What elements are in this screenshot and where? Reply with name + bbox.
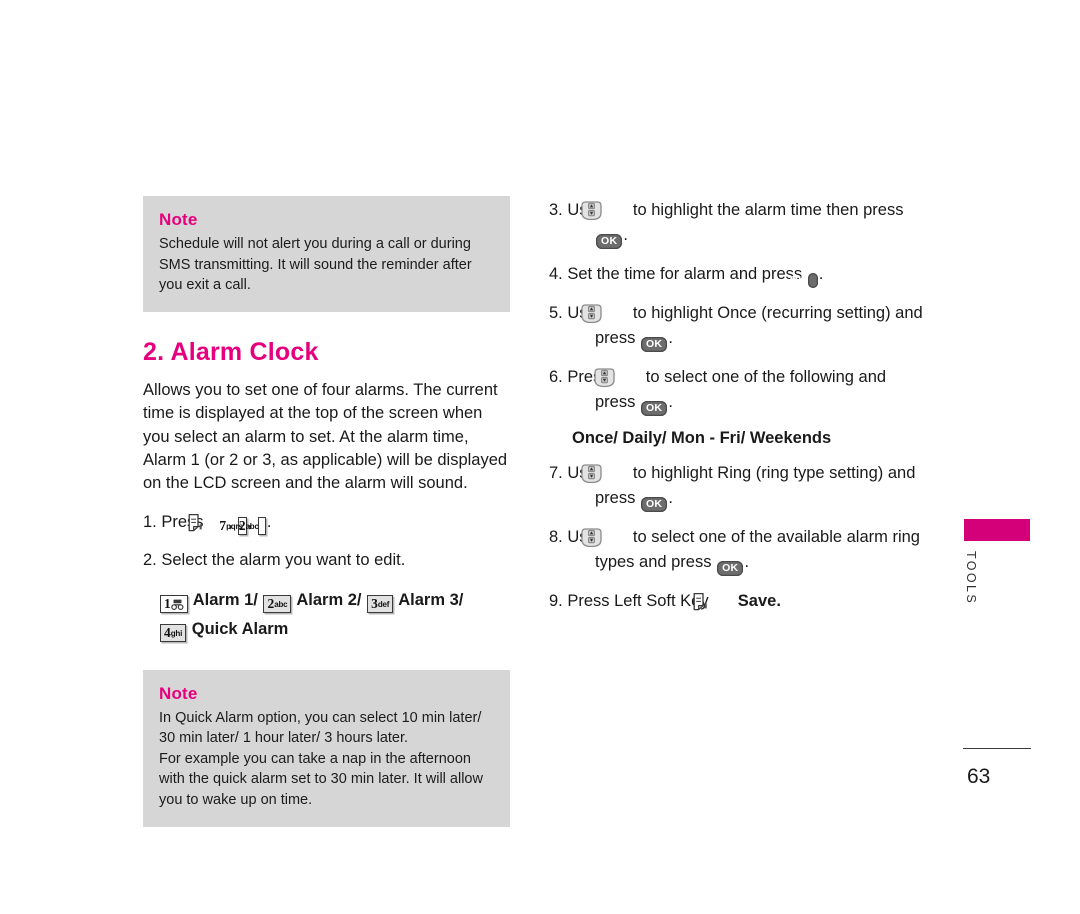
step-3-continuation: OK. [572, 226, 628, 250]
step-4: 4. Set the time for alarm and press OK. [549, 262, 961, 289]
step-9-number: 9. [549, 592, 563, 611]
step-1-period: . [266, 512, 272, 531]
step-5-part-3: press [595, 329, 636, 348]
navigation-key-icon-8 [581, 527, 626, 549]
keypad-key-4-alarm: 4ghi [160, 623, 187, 642]
edge-tab-label: TOOLS [964, 551, 978, 606]
step-7-continuation: press OK. [572, 489, 673, 513]
step-2: 2. Select the alarm you want to edit. [143, 548, 510, 573]
step-5-part-2: to highlight Once (recurring setting) an… [632, 304, 923, 323]
page-folio: 63 [963, 748, 1031, 789]
ok-key-icon-4: OK [790, 273, 818, 289]
note-text-line-1: In Quick Alarm option, you can select 10… [159, 709, 482, 747]
keypad-key-2-alarm: 2abc [263, 595, 292, 613]
folio-rule [963, 748, 1031, 750]
step-6-number: 6. [549, 368, 563, 387]
right-column: 3. Use to highlight the alarm time then … [549, 198, 961, 627]
step-3-number: 3. [549, 201, 563, 219]
page-number: 63 [967, 765, 991, 789]
ok-key-icon-5: OK [640, 337, 668, 353]
ok-key-icon-8: OK [717, 561, 744, 577]
manual-page: Note Schedule will not alert you during … [0, 0, 1080, 914]
keypad-key-2-digit: 2 [238, 517, 246, 533]
step-6-part-4: . [668, 393, 673, 412]
note-text-line-2: For example you can take a nap in the af… [159, 750, 483, 809]
edge-tab-color-bar [964, 519, 1030, 541]
step-8-number: 8. [549, 528, 563, 547]
step-3-part-2: to highlight the alarm time then press [632, 201, 904, 219]
keypad-key-2-alarm-letters: abc [274, 600, 288, 609]
alarm-options-list: 1 Alarm 1/ 2abc Alarm 2/ 3def Alarm 3/ 4… [143, 586, 510, 644]
keypad-key-4-alarm-digit: 4 [164, 624, 171, 640]
keypad-key-3-alarm: 3def [367, 595, 394, 613]
step-4-part-1: Set the time for alarm and press [567, 265, 803, 284]
note-text: Schedule will not alert you during a cal… [159, 236, 472, 294]
recurring-options-line: Once/ Daily/ Mon - Fri/ Weekends [572, 429, 832, 448]
left-soft-key-icon-9 [693, 592, 731, 611]
step-4-number: 4. [549, 265, 563, 284]
step-6: 6. Press to select one of the following … [549, 365, 961, 417]
voicemail-icon [170, 598, 184, 611]
navigation-key-icon-6 [594, 367, 639, 389]
step-7-number: 7. [549, 464, 563, 483]
note-body-bottom: In Quick Alarm option, you can select 10… [159, 708, 494, 811]
alarm-option-label-3: Alarm 3/ [398, 591, 464, 609]
keypad-key-4-alarm-letters: ghi [170, 628, 183, 638]
step-2-number: 2. [143, 550, 157, 569]
step-9-part-1: Press Left Soft Key [567, 592, 709, 611]
step-1-number: 1. [143, 512, 157, 531]
step-4-part-2: . [818, 265, 824, 284]
left-soft-key-icon [188, 513, 226, 532]
section-heading: 2. Alarm Clock [143, 337, 319, 366]
ok-key-icon-7: OK [640, 497, 668, 513]
step-7-part-4: . [668, 489, 673, 508]
step-5-number: 5. [549, 304, 563, 323]
keypad-key-3-alarm-digit: 3 [371, 596, 378, 611]
step-8: 8. Use to select one of the available al… [549, 525, 961, 577]
navigation-key-icon-7 [581, 463, 626, 485]
step-5: 5. Use to highlight Once (recurring sett… [549, 301, 961, 353]
step-8-part-4: . [744, 553, 750, 572]
step-6-part-2: to select one of the following and [645, 368, 887, 387]
section-edge-tab: TOOLS [964, 519, 1030, 615]
step-6-part-3: press [595, 393, 636, 412]
note-body: Schedule will not alert you during a cal… [159, 234, 494, 296]
keypad-key-1: 1 [160, 595, 188, 613]
step-8-part-2: to select one of the available alarm rin… [632, 528, 920, 547]
keypad-key-2-letters: abc [245, 521, 259, 531]
step-8-part-3: types and press [595, 553, 712, 572]
step-5-continuation: press OK. [572, 329, 673, 353]
ok-key-icon-6: OK [640, 401, 668, 417]
step-9: 9. Press Left Soft Key Save. [549, 589, 961, 614]
step-8-continuation: types and press OK. [572, 553, 750, 577]
note-box-bottom: Note In Quick Alarm option, you can sele… [143, 669, 510, 827]
keypad-key-3-alarm-letters: def [377, 600, 390, 609]
step-7: 7. Use to highlight Ring (ring type sett… [549, 461, 961, 513]
note-title-bottom: Note [159, 683, 198, 703]
note-box-top: Note Schedule will not alert you during … [143, 196, 510, 312]
step-1: 1. Press , 7pqrs, 2abc. [143, 510, 510, 535]
navigation-key-icon [581, 200, 626, 222]
ok-key-icon: OK [596, 234, 623, 250]
note-title: Note [159, 210, 198, 229]
step-7-part-3: press [595, 489, 636, 508]
step-3-part-3: . [623, 226, 628, 245]
step-6-continuation: press OK. [572, 393, 673, 417]
step-3: 3. Use to highlight the alarm time then … [549, 198, 961, 250]
keypad-key-2: 2abc [239, 516, 266, 535]
alarm-option-label-4: Quick Alarm [191, 619, 289, 638]
keypad-key-1-digit: 1 [164, 596, 171, 611]
intro-paragraph: Allows you to set one of four alarms. Th… [143, 380, 508, 493]
step-5-part-4: . [668, 329, 673, 348]
alarm-option-label-1: Alarm 1/ [192, 591, 258, 609]
step-7-part-2: to highlight Ring (ring type setting) an… [632, 464, 916, 483]
navigation-key-icon-5 [581, 303, 626, 325]
step-2-text: Select the alarm you want to edit. [161, 550, 406, 569]
step-9-part-2: Save. [737, 592, 781, 611]
left-column: Note Schedule will not alert you during … [143, 196, 510, 827]
alarm-option-label-2: Alarm 2/ [296, 591, 362, 609]
